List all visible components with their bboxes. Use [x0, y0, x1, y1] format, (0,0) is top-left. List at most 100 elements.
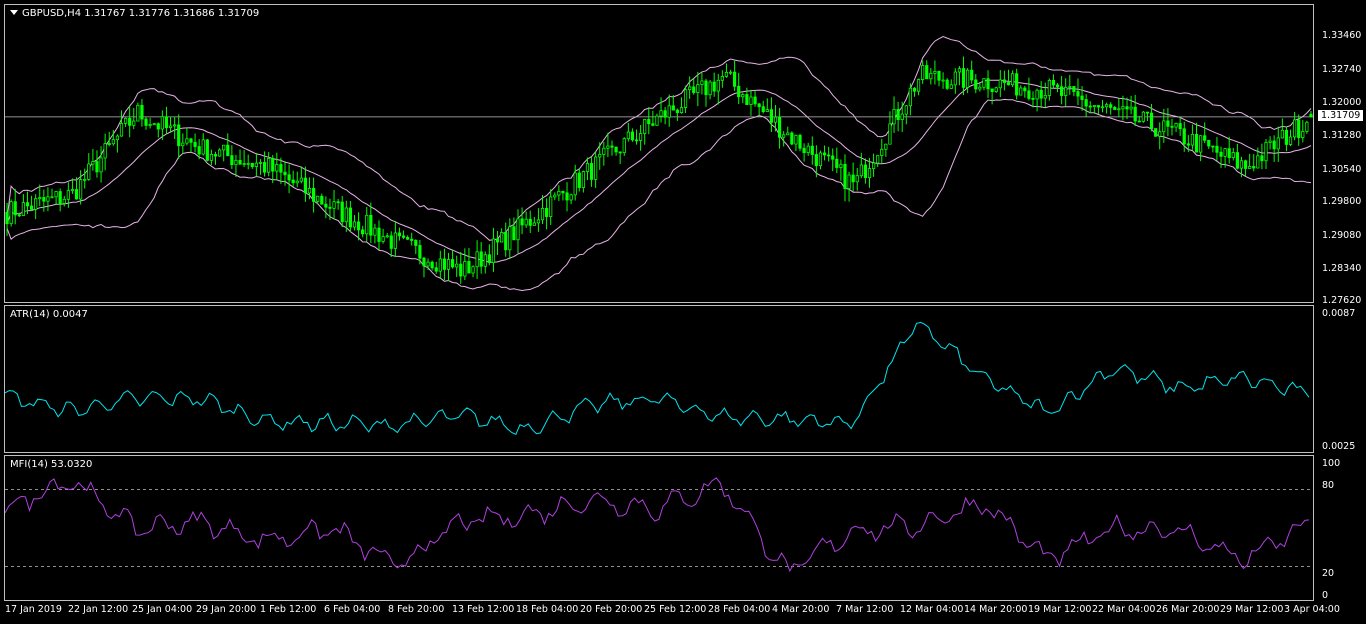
candle: [679, 97, 684, 114]
candle-body: [782, 134, 786, 138]
mfi-indicator-pane[interactable]: MFI(14) 53.0320: [4, 455, 1314, 601]
atr-indicator-pane[interactable]: ATR(14) 0.0047: [4, 305, 1314, 453]
candle: [589, 156, 594, 187]
candle-body: [945, 79, 949, 89]
candle-body: [303, 177, 308, 194]
candle-body: [536, 219, 541, 224]
time-tick: 4 Mar 20:00: [772, 604, 830, 615]
candle: [712, 72, 716, 97]
candle-body: [1276, 137, 1280, 150]
candle: [516, 209, 520, 254]
candle-body: [561, 190, 565, 194]
candle: [295, 171, 299, 188]
candle: [782, 131, 786, 147]
time-tick: 8 Feb 20:00: [388, 604, 445, 615]
candle-body: [602, 147, 606, 155]
candle: [683, 85, 688, 113]
price-chart-canvas[interactable]: [5, 5, 1313, 302]
candle-body: [569, 194, 573, 201]
candle-body: [103, 143, 107, 159]
candle: [786, 126, 790, 136]
candle: [1305, 120, 1309, 134]
candle-body: [929, 72, 933, 80]
price-chart-pane[interactable]: GBPUSD,H4 1.31767 1.31776 1.31686 1.3170…: [4, 4, 1314, 303]
candle-body: [487, 254, 491, 264]
candle: [871, 153, 876, 177]
candle: [720, 70, 724, 88]
candle: [1068, 74, 1072, 95]
candle: [1207, 139, 1211, 149]
candle: [839, 159, 843, 181]
candle: [741, 92, 745, 104]
candle: [810, 136, 814, 165]
atr-tick: 0.0087: [1322, 308, 1356, 319]
candle-body: [267, 157, 271, 173]
candle: [1088, 101, 1092, 114]
candle: [945, 78, 949, 90]
candle-body: [271, 157, 275, 172]
candle: [58, 188, 62, 212]
candle-body: [598, 153, 602, 158]
candle-body: [369, 214, 373, 236]
candle-body: [1060, 86, 1064, 96]
candle: [655, 113, 659, 126]
candle-body: [614, 146, 618, 153]
candle-body: [565, 192, 569, 201]
candle-body: [1203, 135, 1207, 141]
candle-body: [422, 257, 426, 267]
candle: [974, 74, 978, 94]
candle: [54, 190, 58, 206]
candle-body: [1068, 86, 1072, 88]
candle: [1301, 120, 1305, 143]
mfi-chart-canvas[interactable]: [5, 456, 1313, 600]
candle-body: [961, 68, 966, 88]
collapse-arrow-icon[interactable]: [10, 10, 18, 15]
candle: [798, 133, 802, 152]
candle-body: [5, 211, 9, 225]
candle: [990, 88, 994, 105]
candle-body: [213, 154, 218, 157]
candle-body: [794, 134, 798, 145]
atr-chart-canvas[interactable]: [5, 306, 1313, 452]
candle: [450, 250, 455, 269]
candle: [83, 168, 87, 189]
candle: [1072, 86, 1076, 97]
candle: [1284, 126, 1289, 152]
candle-body: [1039, 89, 1043, 99]
candle-body: [361, 229, 365, 235]
candle: [704, 78, 708, 107]
candle-body: [455, 263, 459, 268]
candle-body: [925, 65, 929, 80]
time-tick: 28 Feb 04:00: [708, 604, 771, 615]
candle: [324, 196, 328, 219]
candle: [238, 149, 242, 165]
candle-body: [1178, 123, 1182, 130]
candle-body: [1002, 79, 1006, 83]
candle-body: [835, 158, 839, 168]
candle: [148, 117, 152, 129]
candle: [226, 133, 230, 157]
candle-body: [544, 207, 549, 217]
candle: [888, 111, 892, 145]
candle-body: [769, 109, 774, 123]
candle-body: [1256, 155, 1260, 169]
candle: [1027, 77, 1031, 101]
candle-body: [79, 179, 83, 200]
candle-body: [966, 69, 970, 88]
time-tick: 13 Feb 12:00: [452, 604, 515, 615]
candle-body: [957, 68, 962, 73]
candle-body: [1109, 104, 1113, 108]
candle-body: [111, 139, 115, 145]
candle: [340, 195, 344, 227]
atr-line: [5, 321, 1310, 435]
candle-body: [393, 232, 397, 249]
candle: [479, 242, 483, 274]
candle-body: [855, 175, 859, 183]
candle: [1129, 95, 1133, 115]
candle: [671, 95, 675, 111]
candle-body: [688, 86, 692, 91]
candle-body: [753, 96, 757, 105]
candle: [700, 72, 704, 95]
candle-body: [634, 139, 639, 142]
candle: [87, 153, 91, 181]
